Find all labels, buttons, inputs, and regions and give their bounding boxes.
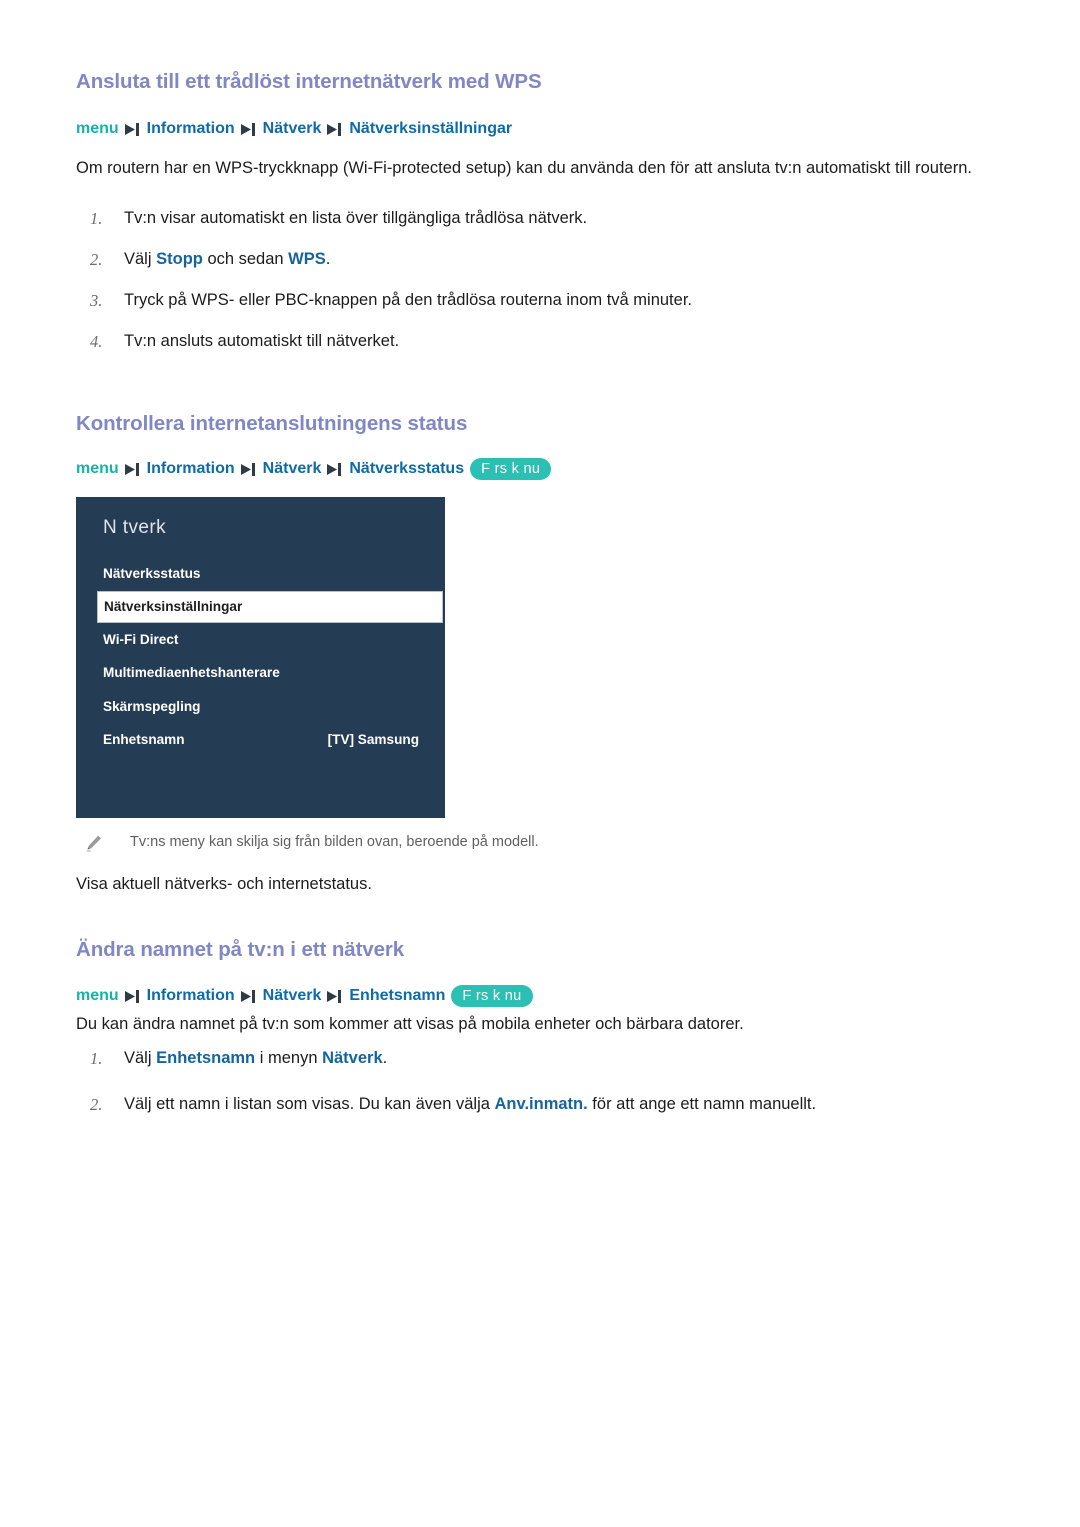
step-number: 3. — [90, 291, 103, 310]
list-item: 1. Välj Enhetsnamn i menyn Nätverk. — [76, 1046, 1006, 1070]
steps-list-rename: 1. Välj Enhetsnamn i menyn Nätverk. 2. V… — [76, 1046, 1006, 1116]
tv-menu-item-value: [TV] Samsung — [327, 732, 419, 748]
step-text: Välj Stopp och sedan WPS. — [124, 250, 331, 268]
step-number: 2. — [90, 1095, 103, 1114]
breadcrumb-status: menu Information Nätverk Nätverksstatus … — [76, 458, 552, 480]
list-item: 1. Tv:n visar automatiskt en lista över … — [76, 206, 1006, 230]
tv-menu-item-label: Wi-Fi Direct — [103, 631, 179, 647]
breadcrumb-crumb-2[interactable]: Nätverk — [263, 120, 322, 138]
pencil-icon — [84, 833, 106, 853]
step-number: 1. — [90, 209, 103, 228]
breadcrumb-arrow-icon — [123, 122, 143, 137]
tv-menu-rows: Nätverksstatus Nätverksinställningar Wi-… — [76, 557, 445, 757]
section-title-wps: Ansluta till ett trådlöst internetnätver… — [76, 70, 542, 93]
try-now-button[interactable]: F rs k nu — [451, 985, 533, 1007]
tv-menu-item-skarmspegling[interactable]: Skärmspegling — [76, 690, 445, 724]
step-text: Tv:n visar automatiskt en lista över til… — [124, 209, 588, 227]
breadcrumb-arrow-icon — [239, 462, 259, 477]
breadcrumb-arrow-icon — [123, 989, 143, 1004]
tv-menu-item-label: Nätverksstatus — [103, 566, 201, 582]
breadcrumb-crumb-3[interactable]: Nätverksinställningar — [349, 120, 512, 138]
emphasis-wps: WPS — [288, 250, 326, 268]
breadcrumb-wps: menu Information Nätverk Nätverksinställ… — [76, 120, 512, 138]
breadcrumb-crumb-2[interactable]: Nätverk — [263, 460, 322, 478]
breadcrumb-arrow-icon — [123, 462, 143, 477]
tv-menu-item-wifi-direct[interactable]: Wi-Fi Direct — [76, 623, 445, 657]
document-page: Ansluta till ett trådlöst internetnätver… — [0, 0, 1080, 1527]
section-title-status: Kontrollera internetanslutningens status — [76, 412, 468, 435]
tv-menu-title: N tverk — [103, 517, 166, 538]
list-item: 3. Tryck på WPS- eller PBC-knappen på de… — [76, 288, 1006, 312]
note-row: Tv:ns meny kan skilja sig från bilden ov… — [84, 832, 784, 852]
tv-menu-item-natverksstatus[interactable]: Nätverksstatus — [76, 557, 445, 591]
tv-menu-item-label: Enhetsnamn — [103, 732, 185, 748]
breadcrumb-crumb-2[interactable]: Nätverk — [263, 987, 322, 1005]
emphasis-natverk: Nätverk — [322, 1049, 383, 1067]
breadcrumb-arrow-icon — [239, 122, 259, 137]
breadcrumb-arrow-icon — [325, 122, 345, 137]
breadcrumb-menu-label[interactable]: menu — [76, 987, 119, 1005]
list-item: 2. Välj Stopp och sedan WPS. — [76, 247, 1006, 271]
intro-paragraph-wps: Om routern har en WPS-tryckknapp (Wi-Fi-… — [76, 159, 972, 177]
tv-menu-item-label: Nätverksinställningar — [104, 599, 243, 614]
breadcrumb-crumb-3[interactable]: Nätverksstatus — [349, 460, 464, 478]
list-item: 2. Välj ett namn i listan som visas. Du … — [76, 1092, 1006, 1116]
step-number: 1. — [90, 1049, 103, 1068]
breadcrumb-arrow-icon — [325, 462, 345, 477]
breadcrumb-arrow-icon — [325, 989, 345, 1004]
step-text: Välj ett namn i listan som visas. Du kan… — [124, 1095, 817, 1113]
step-text: Välj Enhetsnamn i menyn Nätverk. — [124, 1049, 388, 1067]
tv-menu-screenshot: N tverk Nätverksstatus Nätverksinställni… — [76, 497, 445, 818]
breadcrumb-arrow-icon — [239, 989, 259, 1004]
step-number: 4. — [90, 332, 103, 351]
steps-list-wps: 1. Tv:n visar automatiskt en lista över … — [76, 206, 1006, 353]
emphasis-anv-inmatn: Anv.inmatn. — [494, 1095, 588, 1113]
breadcrumb-menu-label[interactable]: menu — [76, 120, 119, 138]
tv-menu-item-label: Skärmspegling — [103, 698, 201, 714]
tv-menu-item-natverksinstallningar[interactable]: Nätverksinställningar — [97, 590, 443, 623]
emphasis-enhetsnamn: Enhetsnamn — [156, 1049, 256, 1067]
step-text: Tv:n ansluts automatiskt till nätverket. — [124, 332, 400, 350]
breadcrumb-rename: menu Information Nätverk Enhetsnamn F rs… — [76, 985, 533, 1007]
try-now-button[interactable]: F rs k nu — [470, 458, 552, 480]
tv-menu-item-multimediaenhetshanterare[interactable]: Multimediaenhetshanterare — [76, 656, 445, 690]
tv-menu-item-label: Multimediaenhetshanterare — [103, 665, 280, 681]
section-title-rename: Ändra namnet på tv:n i ett nätverk — [76, 938, 405, 961]
outro-paragraph-status: Visa aktuell nätverks- och internetstatu… — [76, 875, 372, 893]
breadcrumb-crumb-1[interactable]: Information — [147, 120, 235, 138]
breadcrumb-crumb-1[interactable]: Information — [147, 987, 235, 1005]
list-item: 4. Tv:n ansluts automatiskt till nätverk… — [76, 329, 1006, 353]
breadcrumb-menu-label[interactable]: menu — [76, 460, 119, 478]
intro-paragraph-rename: Du kan ändra namnet på tv:n som kommer a… — [76, 1015, 744, 1033]
step-text: Tryck på WPS- eller PBC-knappen på den t… — [124, 291, 692, 309]
breadcrumb-crumb-1[interactable]: Information — [147, 460, 235, 478]
emphasis-stopp: Stopp — [156, 250, 203, 268]
tv-menu-item-enhetsnamn[interactable]: Enhetsnamn [TV] Samsung — [76, 723, 445, 757]
breadcrumb-crumb-3[interactable]: Enhetsnamn — [349, 987, 445, 1005]
step-number: 2. — [90, 250, 103, 269]
note-text: Tv:ns meny kan skilja sig från bilden ov… — [130, 834, 539, 850]
